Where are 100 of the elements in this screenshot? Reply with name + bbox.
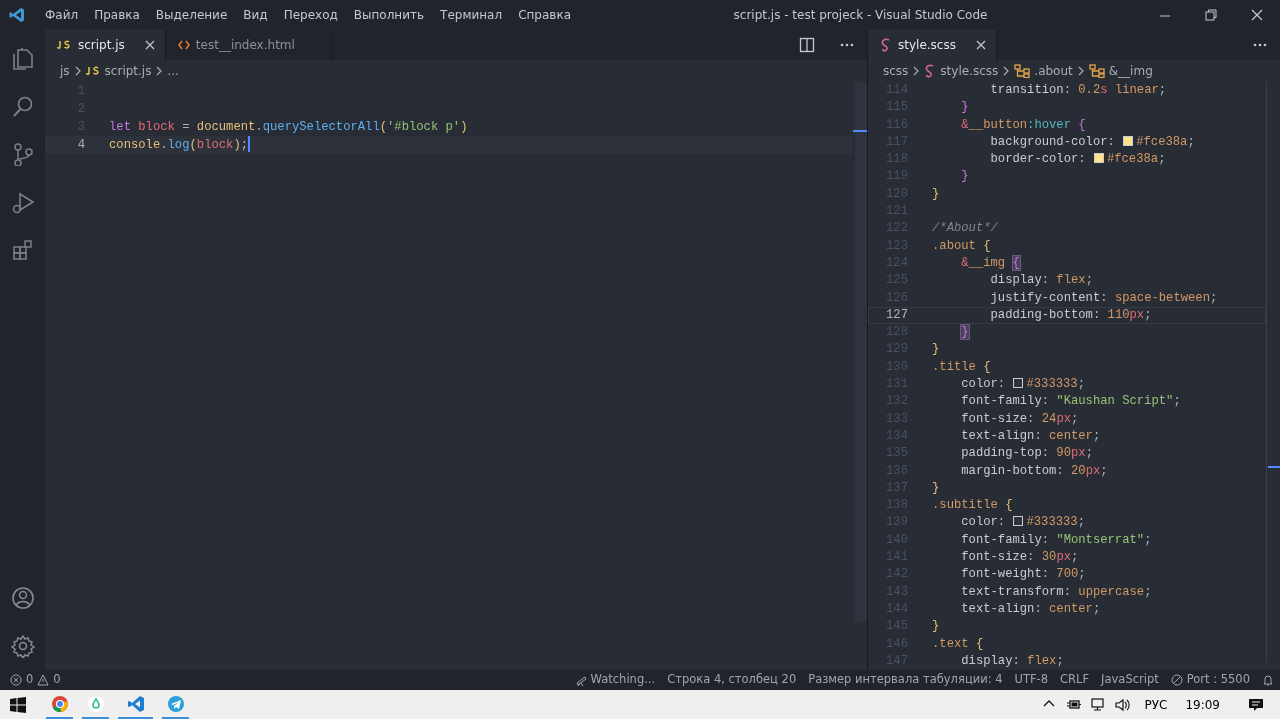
code-line: color: #333333;: [960, 376, 1085, 394]
code-line: display: flex;: [960, 652, 1064, 670]
clock[interactable]: 19:09: [1185, 695, 1220, 714]
breadcrumb-item[interactable]: js: [60, 62, 70, 80]
run-debug-icon[interactable]: [10, 190, 35, 214]
telescope-icon: [574, 674, 587, 686]
code-line: margin-bottom: 20px;: [960, 462, 1108, 480]
paper-plane-icon[interactable]: [166, 694, 185, 713]
status-item[interactable]: 0: [26, 671, 34, 689]
breadcrumb-item[interactable]: scss: [883, 62, 909, 80]
breadcrumb-item[interactable]: .about: [1034, 62, 1073, 80]
code-line: .text {: [932, 635, 984, 653]
search-icon[interactable]: [10, 94, 35, 118]
chevron-icon: [1076, 66, 1085, 76]
editor-tab[interactable]: style.scss: [868, 30, 997, 60]
error-icon: [10, 674, 22, 686]
code-line: display: flex;: [989, 272, 1093, 290]
menu-item[interactable]: Терминал: [432, 0, 511, 30]
code-line: font-weight: 700;: [960, 566, 1086, 584]
js-file-icon: [85, 66, 101, 76]
notifications-icon[interactable]: [1248, 696, 1264, 713]
menu-item[interactable]: Справка: [510, 0, 579, 30]
code-line: }: [960, 99, 969, 117]
breadcrumb-item[interactable]: &__img: [1108, 62, 1153, 80]
code-line: padding-bottom: 110px;: [989, 306, 1152, 324]
warning-icon: [37, 674, 50, 686]
code-line: font-family: "Kaushan Script";: [960, 393, 1181, 411]
close-icon[interactable]: [975, 40, 986, 50]
files-icon[interactable]: [10, 46, 35, 70]
menu-item[interactable]: Вид: [235, 0, 276, 30]
code-line: /*About*/: [932, 220, 998, 238]
notification-icon[interactable]: [1262, 674, 1274, 686]
code-line: &__img {: [960, 254, 1020, 272]
extensions-icon[interactable]: [10, 238, 35, 262]
account-icon[interactable]: [10, 586, 35, 610]
editor-tab[interactable]: script.js: [45, 30, 166, 60]
blocked-icon: [1170, 674, 1183, 686]
breadcrumb-item[interactable]: style.scss: [940, 62, 999, 80]
symbol-structure-icon: [1088, 64, 1105, 78]
close-icon[interactable]: [144, 40, 155, 50]
language-indicator[interactable]: РУС: [1144, 695, 1168, 714]
status-item[interactable]: UTF-8: [1014, 671, 1049, 689]
settings-icon[interactable]: [10, 634, 35, 658]
code-line: .title {: [932, 358, 991, 376]
code-line: font-family: "Montserrat";: [960, 531, 1152, 549]
line-number: 127: [885, 306, 908, 324]
code-editor-icon[interactable]: [126, 694, 145, 713]
status-item[interactable]: Строка 4, столбец 20: [667, 671, 797, 689]
restore-button[interactable]: [1204, 8, 1218, 22]
code-line: text-align: center;: [960, 427, 1101, 445]
status-item[interactable]: 0: [53, 671, 61, 689]
code-line: text-transform: uppercase;: [960, 583, 1152, 601]
split-editor-icon[interactable]: [799, 37, 815, 53]
menu-item[interactable]: Файл: [37, 0, 87, 30]
windows-start-icon[interactable]: [10, 696, 26, 713]
code-line: .subtitle {: [932, 497, 1013, 515]
code-line: text-align: center;: [960, 600, 1101, 618]
app-logo-icon: [9, 7, 25, 23]
code-line: justify-content: space-between;: [989, 289, 1218, 307]
window-title: script.js - test projeck - Visual Studio Code: [733, 7, 988, 24]
speaker-icon[interactable]: [1114, 696, 1131, 713]
code-line: }: [932, 479, 940, 497]
status-item[interactable]: JavaScript: [1101, 671, 1159, 689]
chevron-icon: [155, 66, 164, 76]
status-item[interactable]: Port : 5500: [1186, 671, 1250, 689]
line-number: 4: [76, 137, 85, 154]
symbol-structure-icon: [1014, 64, 1031, 78]
menu-item[interactable]: Выделение: [147, 0, 236, 30]
network-icon[interactable]: [1090, 696, 1107, 713]
code-line: border-color: #fce38a;: [989, 151, 1166, 169]
chevron-icon: [912, 66, 921, 76]
status-item[interactable]: CRLF: [1060, 671, 1090, 689]
js-file-icon: [57, 40, 72, 50]
code-line: }: [932, 185, 940, 203]
breadcrumb-item[interactable]: script.js: [104, 62, 152, 80]
status-item[interactable]: Watching...: [590, 671, 656, 689]
menu-item[interactable]: Выполнить: [345, 0, 433, 30]
code-line: transition: 0.2s linear;: [989, 82, 1167, 99]
code-line: font-size: 30px;: [960, 549, 1079, 566]
code-line: }: [932, 618, 940, 636]
chevron-icon: [73, 66, 82, 76]
code-line: font-size: 24px;: [960, 410, 1079, 428]
sass-icon: [880, 38, 892, 52]
browser-icon[interactable]: [50, 694, 69, 713]
code-line: let block = document.querySelectorAll('#block p'): [109, 119, 468, 136]
menu-item[interactable]: Переход: [275, 0, 346, 30]
code-line: background-color: #fce38a;: [989, 133, 1195, 151]
breadcrumb-item[interactable]: ...: [167, 62, 179, 80]
code-line: }: [960, 168, 969, 186]
code-line: padding-top: 90px;: [960, 445, 1093, 463]
code-line: console.log(block);: [109, 137, 249, 154]
menu-item[interactable]: Правка: [86, 0, 148, 30]
chevron-icon: [1002, 66, 1011, 76]
code-line: color: #333333;: [960, 514, 1085, 532]
code-line: }: [932, 341, 940, 359]
code-line: .about {: [932, 237, 991, 255]
code-line: &__button:hover {: [960, 116, 1086, 134]
status-item[interactable]: Размер интервала табуляции: 4: [808, 671, 1003, 689]
close-button[interactable]: [1250, 8, 1264, 22]
code-brackets-icon: [177, 40, 190, 50]
